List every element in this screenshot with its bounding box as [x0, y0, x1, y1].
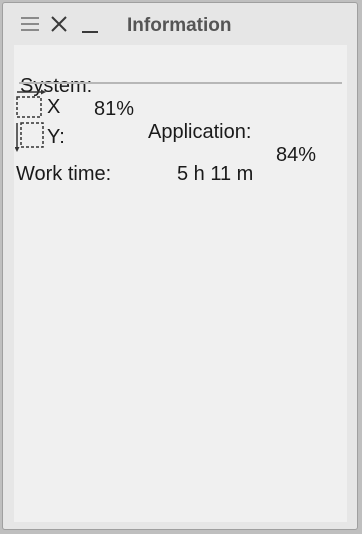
- x-coordinate-label: X: [47, 96, 61, 118]
- application-value: 84%: [276, 144, 317, 166]
- close-icon[interactable]: [48, 13, 70, 35]
- information-window: Information System: 81% Application: 84%…: [2, 2, 358, 530]
- system-value: 81%: [94, 98, 135, 120]
- x-coordinate-icon: [15, 89, 47, 121]
- divider: [19, 82, 342, 84]
- work-time-value: 5 h 11 m: [177, 163, 254, 185]
- minimize-icon[interactable]: [79, 13, 101, 35]
- window-title: Information: [127, 15, 232, 36]
- info-panel: System: 81% Application: 84% X Y: Work t…: [14, 45, 347, 522]
- application-label: Application:: [148, 121, 252, 143]
- y-coordinate-icon: [14, 121, 47, 153]
- y-coordinate-label: Y:: [47, 126, 65, 148]
- work-time-label: Work time:: [16, 163, 112, 185]
- title-bar[interactable]: Information: [3, 3, 357, 43]
- menu-icon[interactable]: [19, 13, 41, 35]
